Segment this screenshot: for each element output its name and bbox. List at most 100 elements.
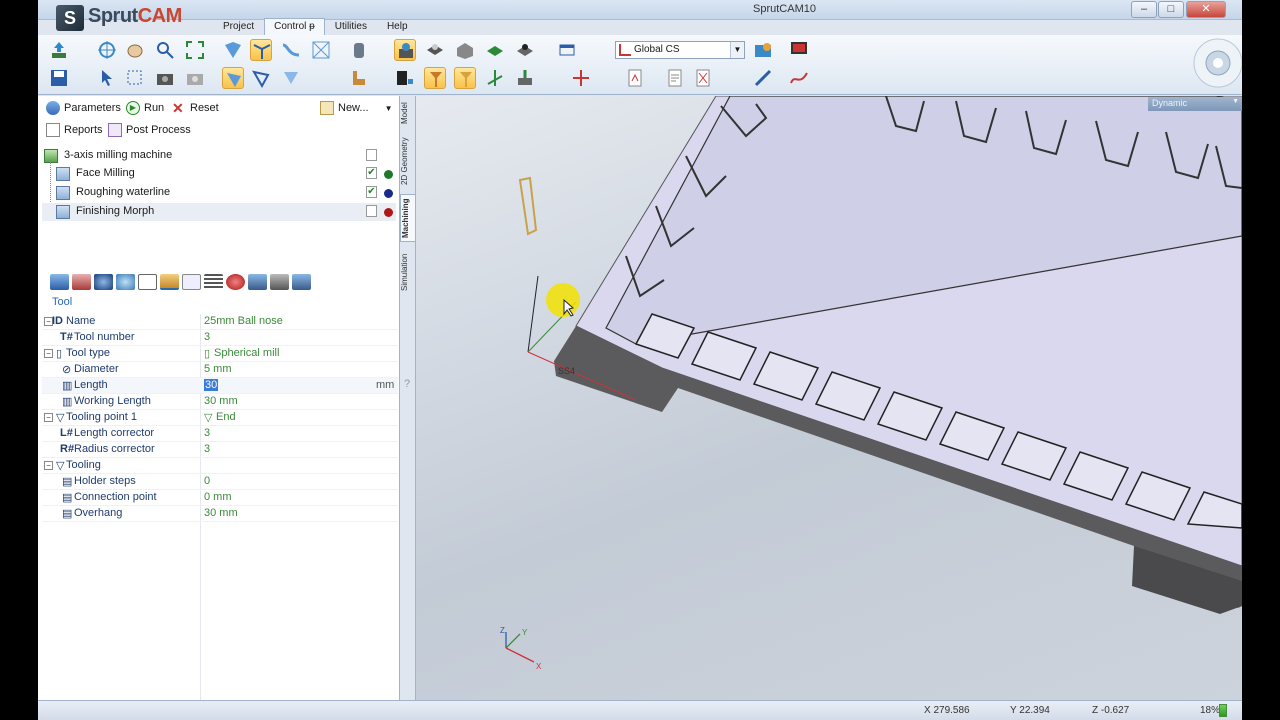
- holder-steps-icon: ▤: [62, 476, 73, 488]
- property-row[interactable]: ▤ Holder steps 0: [42, 474, 398, 490]
- select-cursor-icon[interactable]: [96, 67, 118, 89]
- tab-simulation[interactable]: Simulation: [400, 246, 416, 298]
- new-operation-button[interactable]: New... ▼: [320, 101, 393, 115]
- tab-project[interactable]: Project: [213, 18, 264, 36]
- zoom-icon[interactable]: [154, 39, 176, 61]
- coordinate-system-select[interactable]: Global CS ▼: [615, 41, 745, 59]
- help-icon[interactable]: ?: [404, 378, 410, 390]
- tool-base-icon[interactable]: [514, 67, 536, 89]
- property-row[interactable]: ▥ Length 30 mm: [42, 378, 398, 394]
- tab-utilities[interactable]: Utilities: [325, 18, 377, 36]
- zoom-fit-icon[interactable]: [184, 39, 206, 61]
- property-row[interactable]: ▤ Overhang 30 mm: [42, 506, 398, 522]
- menu-tabs: Project Control ᵽ Utilities Help: [213, 18, 418, 36]
- surface-view-1-icon[interactable]: [222, 39, 244, 61]
- tool-active-tab-icon[interactable]: [160, 274, 179, 290]
- camera-gray-icon[interactable]: [184, 67, 206, 89]
- measure-icon[interactable]: [752, 67, 774, 89]
- operation-checkbox[interactable]: ✔: [366, 167, 377, 179]
- machine-tab-icon[interactable]: [270, 274, 289, 290]
- save-icon[interactable]: [48, 67, 70, 89]
- run-button[interactable]: ▶ Run: [126, 101, 164, 115]
- m-code-tab-icon[interactable]: [226, 274, 245, 290]
- surface-view-3-icon[interactable]: [280, 39, 302, 61]
- tab-machining[interactable]: Machining: [400, 194, 416, 242]
- left-panel: Parameters ▶ Run ✕ Reset New... ▼ Reports P…: [38, 96, 400, 720]
- toolpath-ok-icon[interactable]: [514, 39, 536, 61]
- tree-operation[interactable]: Finishing Morph: [42, 203, 396, 221]
- shaded-view-icon[interactable]: [222, 67, 244, 89]
- property-row[interactable]: T# Tool number 3: [42, 330, 398, 346]
- coord-z: Z -0.627: [1092, 705, 1130, 716]
- tab-model[interactable]: Model: [400, 98, 416, 128]
- cylinder-icon[interactable]: [348, 39, 370, 61]
- maximize-button[interactable]: □: [1158, 1, 1184, 18]
- graph-icon[interactable]: [788, 67, 810, 89]
- list-tab-icon[interactable]: [204, 274, 223, 290]
- tolerance-tab-icon[interactable]: [94, 274, 113, 290]
- property-row[interactable]: − ▯ Tool type ▯ Spherical mill: [42, 346, 398, 362]
- property-row[interactable]: − ▽ Tooling: [42, 458, 398, 474]
- machine-doc-icon[interactable]: [366, 149, 377, 161]
- property-row[interactable]: − ▽ Tooling point 1 ▽ End: [42, 410, 398, 426]
- part-view-icon[interactable]: [424, 39, 446, 61]
- close-button[interactable]: ✕: [1186, 1, 1226, 18]
- tool-icon[interactable]: [394, 67, 416, 89]
- property-row[interactable]: R# Radius corrector 3: [42, 442, 398, 458]
- length-input[interactable]: 30: [204, 379, 219, 391]
- holder-view-icon[interactable]: [484, 39, 506, 61]
- property-row[interactable]: L# Length corrector 3: [42, 426, 398, 442]
- tree-operation[interactable]: Roughing waterline ✔: [42, 184, 396, 202]
- parameters-button[interactable]: Parameters: [46, 101, 121, 115]
- wire-view-icon[interactable]: [250, 67, 272, 89]
- tab-control[interactable]: Control ᵽ: [264, 18, 325, 36]
- clear-doc-icon[interactable]: [692, 67, 714, 89]
- feed-tab-icon[interactable]: [72, 274, 91, 290]
- tree-machine[interactable]: 3-axis milling machine: [42, 147, 396, 165]
- collapse-icon[interactable]: −: [44, 413, 53, 422]
- edge-view-icon[interactable]: [280, 67, 302, 89]
- open-project-icon[interactable]: [48, 39, 70, 61]
- machine-view-icon[interactable]: [394, 39, 416, 61]
- tab-help[interactable]: Help: [377, 18, 418, 36]
- collapse-icon[interactable]: −: [44, 349, 53, 358]
- minimize-button[interactable]: –: [1131, 1, 1157, 18]
- tab-2d-geometry[interactable]: 2D Geometry: [400, 132, 416, 190]
- camera-icon[interactable]: [154, 67, 176, 89]
- simulation-color-icon[interactable]: [752, 39, 774, 61]
- reset-button[interactable]: ✕ Reset: [172, 101, 219, 115]
- leads-tab-icon[interactable]: [138, 274, 157, 290]
- surface-view-2-icon[interactable]: [250, 39, 272, 61]
- post-process-button[interactable]: Post Process: [108, 123, 191, 137]
- holder-tab-icon[interactable]: [248, 274, 267, 290]
- view-mode-select[interactable]: Dynamic ▼: [1148, 97, 1242, 111]
- tool-path-icon[interactable]: [424, 67, 446, 89]
- property-row[interactable]: ▤ Connection point 0 mm: [42, 490, 398, 506]
- workpiece-icon[interactable]: [96, 39, 118, 61]
- property-row[interactable]: − ID Name 25mm Ball nose: [42, 314, 398, 330]
- layout-icon[interactable]: [556, 39, 578, 61]
- operation-checkbox[interactable]: [366, 205, 377, 217]
- tool-holder-icon[interactable]: [454, 67, 476, 89]
- collapse-icon[interactable]: −: [44, 461, 53, 470]
- property-row[interactable]: ▥ Working Length 30 mm: [42, 394, 398, 410]
- align-icon[interactable]: [570, 67, 592, 89]
- hand-pan-icon[interactable]: [124, 39, 146, 61]
- tool-tab-icon[interactable]: [50, 274, 69, 290]
- operation-checkbox[interactable]: ✔: [366, 186, 377, 198]
- select-window-icon[interactable]: [124, 67, 146, 89]
- pdf-doc-icon[interactable]: [624, 67, 646, 89]
- fixture-icon[interactable]: [348, 67, 370, 89]
- property-row[interactable]: ⊘ Diameter 5 mm: [42, 362, 398, 378]
- 3d-viewport[interactable]: SS4 Z Y X: [416, 96, 1242, 700]
- stock-view-icon[interactable]: [454, 39, 476, 61]
- monitor-icon[interactable]: [788, 39, 810, 61]
- ce-tab-icon[interactable]: [182, 274, 201, 290]
- report-doc-icon[interactable]: [664, 67, 686, 89]
- strategy-tab-icon[interactable]: [116, 274, 135, 290]
- surface-view-4-icon[interactable]: [310, 39, 332, 61]
- tree-operation[interactable]: Face Milling ✔: [42, 165, 396, 183]
- stock-tab-icon[interactable]: [292, 274, 311, 290]
- tool-axes-icon[interactable]: [484, 67, 506, 89]
- reports-button[interactable]: Reports: [46, 123, 103, 137]
